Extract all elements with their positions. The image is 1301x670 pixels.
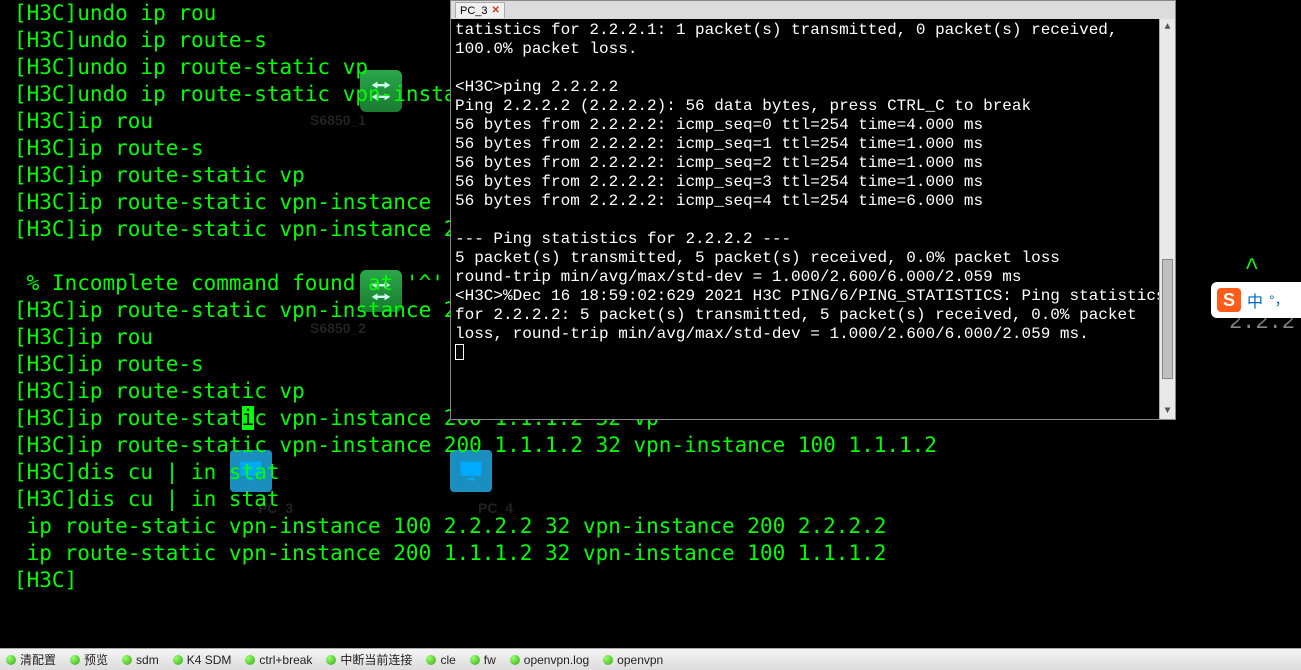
close-icon[interactable]: ✕ bbox=[492, 5, 500, 16]
statusbar-item[interactable]: openvpn.log bbox=[510, 653, 589, 667]
caret-marker: ^ bbox=[1245, 255, 1259, 282]
statusbar-item[interactable]: cle bbox=[426, 653, 455, 667]
ime-punct[interactable]: °， bbox=[1269, 290, 1289, 310]
statusbar-item[interactable]: sdm bbox=[122, 653, 159, 667]
statusbar-item[interactable]: fw bbox=[470, 653, 496, 667]
statusbar-item[interactable]: 预览 bbox=[70, 651, 108, 668]
status-dot-icon bbox=[510, 655, 520, 665]
statusbar-item[interactable]: 清配置 bbox=[6, 651, 56, 668]
scrollbar-thumb[interactable] bbox=[1162, 259, 1173, 379]
statusbar-label: cle bbox=[440, 653, 455, 667]
ime-toolbar[interactable]: S 中 °， bbox=[1211, 282, 1301, 318]
sogou-logo-icon[interactable]: S bbox=[1217, 288, 1241, 312]
status-dot-icon bbox=[326, 655, 336, 665]
statusbar-label: 清配置 bbox=[20, 651, 56, 668]
pc3-terminal-output[interactable]: tatistics for 2.2.2.1: 1 packet(s) trans… bbox=[451, 19, 1175, 419]
statusbar-label: sdm bbox=[136, 653, 159, 667]
terminal-tab-pc3[interactable]: PC_3 ✕ bbox=[455, 2, 505, 18]
scroll-up-arrow[interactable]: ▲ bbox=[1160, 19, 1175, 35]
statusbar-label: openvpn bbox=[617, 653, 663, 667]
tab-label: PC_3 bbox=[460, 5, 488, 17]
status-dot-icon bbox=[426, 655, 436, 665]
status-dot-icon bbox=[70, 655, 80, 665]
statusbar-item[interactable]: openvpn bbox=[603, 653, 663, 667]
statusbar-item[interactable]: ctrl+break bbox=[245, 653, 312, 667]
statusbar-item[interactable]: K4 SDM bbox=[173, 653, 232, 667]
statusbar-label: openvpn.log bbox=[524, 653, 589, 667]
status-dot-icon bbox=[603, 655, 613, 665]
ime-mode[interactable]: 中 bbox=[1247, 288, 1263, 312]
statusbar-label: 预览 bbox=[84, 651, 108, 668]
status-bar: 清配置 预览 sdm K4 SDM ctrl+break 中断当前连接 cle fw openv… bbox=[0, 648, 1301, 670]
scroll-down-arrow[interactable]: ▼ bbox=[1160, 403, 1175, 419]
status-dot-icon bbox=[173, 655, 183, 665]
statusbar-item[interactable]: 中断当前连接 bbox=[326, 651, 412, 668]
terminal-cursor bbox=[455, 344, 464, 360]
status-dot-icon bbox=[245, 655, 255, 665]
terminal-tabbar: PC_3 ✕ bbox=[451, 1, 1175, 19]
status-dot-icon bbox=[122, 655, 132, 665]
statusbar-label: ctrl+break bbox=[259, 653, 312, 667]
status-dot-icon bbox=[470, 655, 480, 665]
pc3-terminal-window[interactable]: PC_3 ✕ tatistics for 2.2.2.1: 1 packet(s… bbox=[450, 0, 1176, 420]
status-dot-icon bbox=[6, 655, 16, 665]
statusbar-label: fw bbox=[484, 653, 496, 667]
scrollbar[interactable]: ▲ ▼ bbox=[1159, 19, 1175, 419]
statusbar-label: K4 SDM bbox=[187, 653, 232, 667]
statusbar-label: 中断当前连接 bbox=[340, 651, 412, 668]
